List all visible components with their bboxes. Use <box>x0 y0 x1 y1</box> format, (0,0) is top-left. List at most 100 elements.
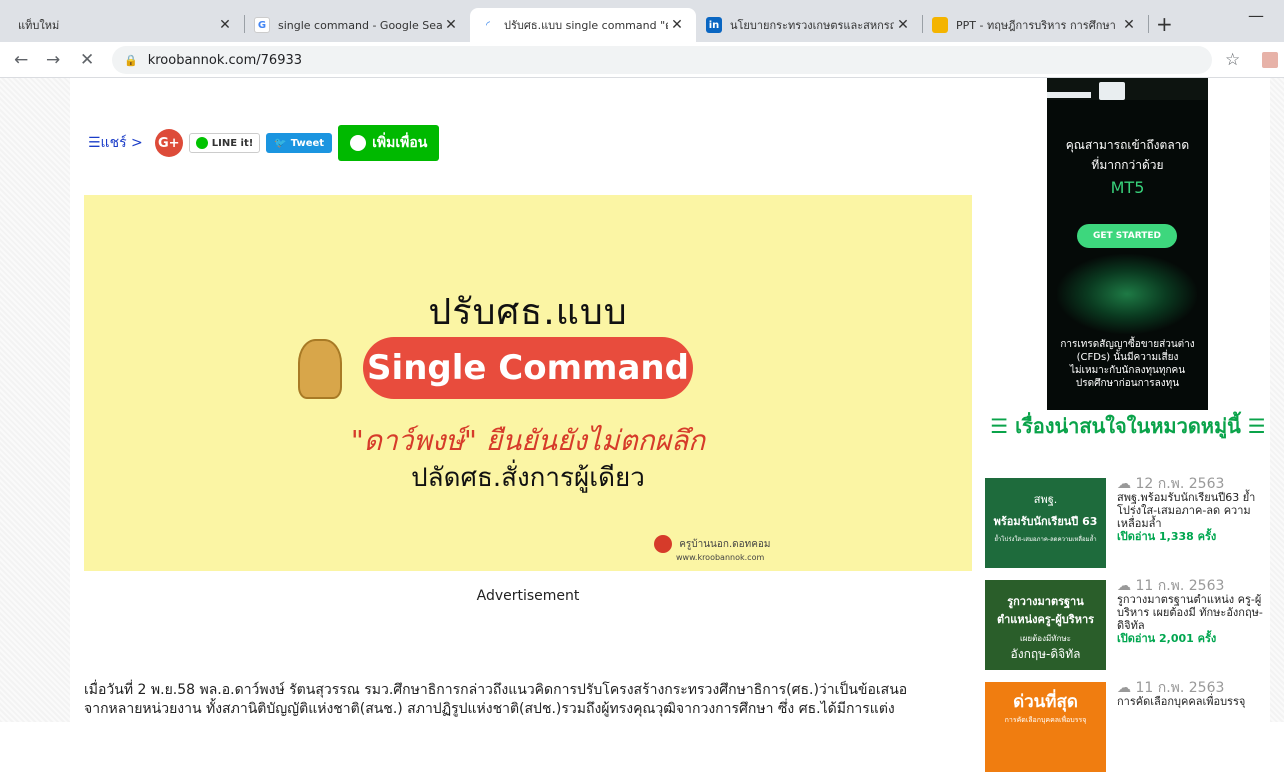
related-title[interactable]: รูกวางมาตรฐานตำแหน่ง ครู-ผู้บริหาร เผยต้… <box>1117 593 1267 632</box>
page-content: ☰แชร์ > G+ LINE it! 🐦 Tweet เพิ่มเพื่อน … <box>0 78 1284 772</box>
tab-title: PPT - ทฤษฎีการบริหาร การศึกษา <box>956 19 1116 32</box>
omnibox[interactable]: 🔒 kroobannok.com/76933 <box>112 46 1212 74</box>
line-it-label: LINE it! <box>211 137 254 149</box>
ad-product: MT5 <box>1110 178 1145 197</box>
back-arrow-icon[interactable]: ← <box>14 50 28 70</box>
calendar-icon: ☁ <box>1117 476 1136 492</box>
date-text: 11 ก.พ. 2563 <box>1135 680 1225 696</box>
close-icon[interactable]: ✕ <box>1120 17 1138 33</box>
tab-article[interactable]: ◜ ปรับศธ.แบบ single command "ด ✕ <box>470 8 696 42</box>
linkedin-icon: in <box>706 17 722 33</box>
related-title[interactable]: สพฐ.พร้อมรับนักเรียนปี63 ย้ำโปร่งใส-เสมอ… <box>1117 491 1267 530</box>
share-label[interactable]: ☰แชร์ > <box>88 132 143 154</box>
article-line: จากหลายหน่วยงาน ทั้งสภานิติบัญญัติแห่งชา… <box>84 701 895 717</box>
slides-icon <box>932 17 948 33</box>
tab-new[interactable]: แท็บใหม่ ✕ <box>8 8 244 42</box>
stop-icon[interactable]: ✕ <box>80 50 94 70</box>
ad-disclaimer-line: (CFDs) นั้นมีความเสี่ยง <box>1076 352 1179 363</box>
related-item[interactable]: ด่วนที่สุด การคัดเลือกบุคคลเพื่อบรรจุ ☁ … <box>985 680 1270 777</box>
add-friend-button[interactable]: เพิ่มเพื่อน <box>338 125 440 161</box>
get-started-button[interactable]: GET STARTED <box>1077 224 1177 248</box>
line-it-button[interactable]: LINE it! <box>188 133 261 153</box>
logo-icon <box>654 535 672 553</box>
ad-headline: คุณสามารถเข้าถึงตลาด <box>1065 138 1190 152</box>
close-icon[interactable]: ✕ <box>216 17 234 33</box>
related-info: ☁ 12 ก.พ. 2563 สพฐ.พร้อมรับนักเรียนปี63 … <box>1117 476 1267 543</box>
line-icon <box>195 137 208 149</box>
ad-disclaimer-line: การเทรดสัญญาซื้อขายส่วนต่าง <box>1060 339 1195 350</box>
loading-icon: ◜ <box>486 19 490 31</box>
url-text: kroobannok.com/76933 <box>147 52 303 68</box>
tab-linkedin[interactable]: in นโยบายกระทรวงเกษตรและสหกรณ์ ✕ <box>696 8 922 42</box>
calendar-icon: ☁ <box>1117 680 1136 696</box>
article-banner: ปรับศธ.แบบ Single Command "ดาว์พงษ์" ยืน… <box>84 195 972 571</box>
tab-title: แท็บใหม่ <box>18 19 60 32</box>
advertisement-label: Advertisement <box>476 588 580 604</box>
related-info: ☁ 11 ก.พ. 2563 รูกวางมาตรฐานตำแหน่ง ครู-… <box>1117 578 1267 645</box>
ad-disclaimer-line: ปรดศึกษาก่อนการลงทุน <box>1075 378 1180 389</box>
bookmark-star-icon[interactable]: ☆ <box>1225 50 1240 70</box>
extension-icon[interactable] <box>1262 52 1278 68</box>
tab-title: ปรับศธ.แบบ single command "ด <box>504 19 668 32</box>
line-icon <box>350 135 367 151</box>
ad-headline: ที่มากกว่าด้วย <box>1091 158 1164 172</box>
tweet-label: Tweet <box>290 137 325 149</box>
right-gutter <box>1270 78 1284 722</box>
thumb-text: สพฐ. <box>1033 493 1058 506</box>
related-views: เปิดอ่าน 2,001 ครั้ง <box>1117 632 1217 645</box>
close-icon[interactable]: ✕ <box>894 17 912 33</box>
tweet-button[interactable]: 🐦 Tweet <box>266 133 333 153</box>
close-icon[interactable]: ✕ <box>668 17 686 33</box>
tab-title: นโยบายกระทรวงเกษตรและสหกรณ์ <box>730 19 894 32</box>
related-date: ☁ 11 ก.พ. 2563 <box>1117 680 1267 696</box>
logo-url: www.kroobannok.com <box>676 553 765 562</box>
site-logo: ครูบ้านนอก.ดอทคอม www.kroobannok.com <box>654 535 771 562</box>
banner-pill: Single Command <box>363 337 693 399</box>
share-bar: ☰แชร์ > G+ LINE it! 🐦 Tweet เพิ่มเพื่อน <box>88 125 440 161</box>
new-tab-button[interactable]: + <box>1156 12 1173 36</box>
tab-title: single command - Google Sea <box>278 18 442 32</box>
related-thumbnail[interactable]: สพฐ. พร้อมรับนักเรียนปี 63 ย้ำโปร่งใส-เส… <box>985 478 1106 568</box>
related-item[interactable]: สพฐ. พร้อมรับนักเรียนปี 63 ย้ำโปร่งใส-เส… <box>985 476 1270 573</box>
article-body: เมื่อวันที่ 2 พ.ย.58 พล.อ.ดาว์พงษ์ รัตนส… <box>84 681 974 719</box>
related-item[interactable]: รูกวางมาตรฐาน ตำแหน่งครู-ผู้บริหาร เผยต้… <box>985 578 1270 675</box>
minimize-button[interactable]: — <box>1248 6 1264 25</box>
ad-disclaimer-line: ไม่เหมาะกับนักลงทุนทุกคน <box>1069 365 1186 376</box>
thumb-text: รูกวางมาตรฐาน <box>1007 595 1084 608</box>
related-heading: ☰ เรื่องน่าสนใจในหมวดหมู่นี้ ☰ <box>990 414 1266 438</box>
date-text: 11 ก.พ. 2563 <box>1135 578 1225 594</box>
ministry-emblem <box>298 339 342 399</box>
address-bar-row: ← → ✕ 🔒 kroobannok.com/76933 ☆ <box>0 42 1284 78</box>
add-friend-label: เพิ่มเพื่อน <box>372 135 428 151</box>
tab-google-search[interactable]: G single command - Google Sea ✕ <box>244 8 470 42</box>
banner-line4: ปลัดศธ.สั่งการผู้เดียว <box>411 463 645 493</box>
google-icon: G <box>254 17 270 33</box>
related-info: ☁ 11 ก.พ. 2563 การคัดเลือกบุคคลเพื่อบรรจ… <box>1117 680 1267 708</box>
ad-disclaimer: การเทรดสัญญาซื้อขายส่วนต่าง (CFDs) นั้นม… <box>1047 338 1208 390</box>
thumb-text: การคัดเลือกบุคคลเพื่อบรรจุ <box>1004 716 1087 724</box>
lock-icon: 🔒 <box>124 53 138 67</box>
side-advertisement[interactable]: คุณสามารถเข้าถึงตลาด ที่มากกว่าด้วย MT5 … <box>1047 78 1208 410</box>
twitter-icon: 🐦 <box>274 137 287 149</box>
ad-background-graphic <box>1057 254 1197 334</box>
thumb-text: ย้ำโปร่งใส-เสมอภาค-ลดความเหลื่อมล้ำ <box>994 536 1097 543</box>
related-date: ☁ 11 ก.พ. 2563 <box>1117 578 1267 594</box>
calendar-icon: ☁ <box>1117 578 1136 594</box>
related-title[interactable]: การคัดเลือกบุคคลเพื่อบรรจุ <box>1117 695 1267 708</box>
left-gutter <box>0 78 70 722</box>
thumb-text: อังกฤษ-ดิจิทัล <box>1010 647 1081 661</box>
logo-text: ครูบ้านนอก.ดอทคอม <box>679 539 771 550</box>
forward-arrow-icon[interactable]: → <box>46 50 60 70</box>
tab-separator <box>1148 15 1149 33</box>
thumb-text: ด่วนที่สุด <box>1013 692 1078 712</box>
related-thumbnail[interactable]: ด่วนที่สุด การคัดเลือกบุคคลเพื่อบรรจุ <box>985 682 1106 772</box>
tab-strip: แท็บใหม่ ✕ G single command - Google Sea… <box>0 0 1284 42</box>
ad-device-graphic <box>1047 92 1091 98</box>
related-thumbnail[interactable]: รูกวางมาตรฐาน ตำแหน่งครู-ผู้บริหาร เผยต้… <box>985 580 1106 670</box>
close-icon[interactable]: ✕ <box>442 17 460 33</box>
article-line: เมื่อวันที่ 2 พ.ย.58 พล.อ.ดาว์พงษ์ รัตนส… <box>84 682 908 698</box>
google-plus-button[interactable]: G+ <box>154 129 183 157</box>
ad-phone-graphic <box>1099 82 1125 100</box>
tab-slides[interactable]: PPT - ทฤษฎีการบริหาร การศึกษา ✕ <box>922 8 1148 42</box>
thumb-text: เผยต้องมีทักษะ <box>1020 634 1071 643</box>
